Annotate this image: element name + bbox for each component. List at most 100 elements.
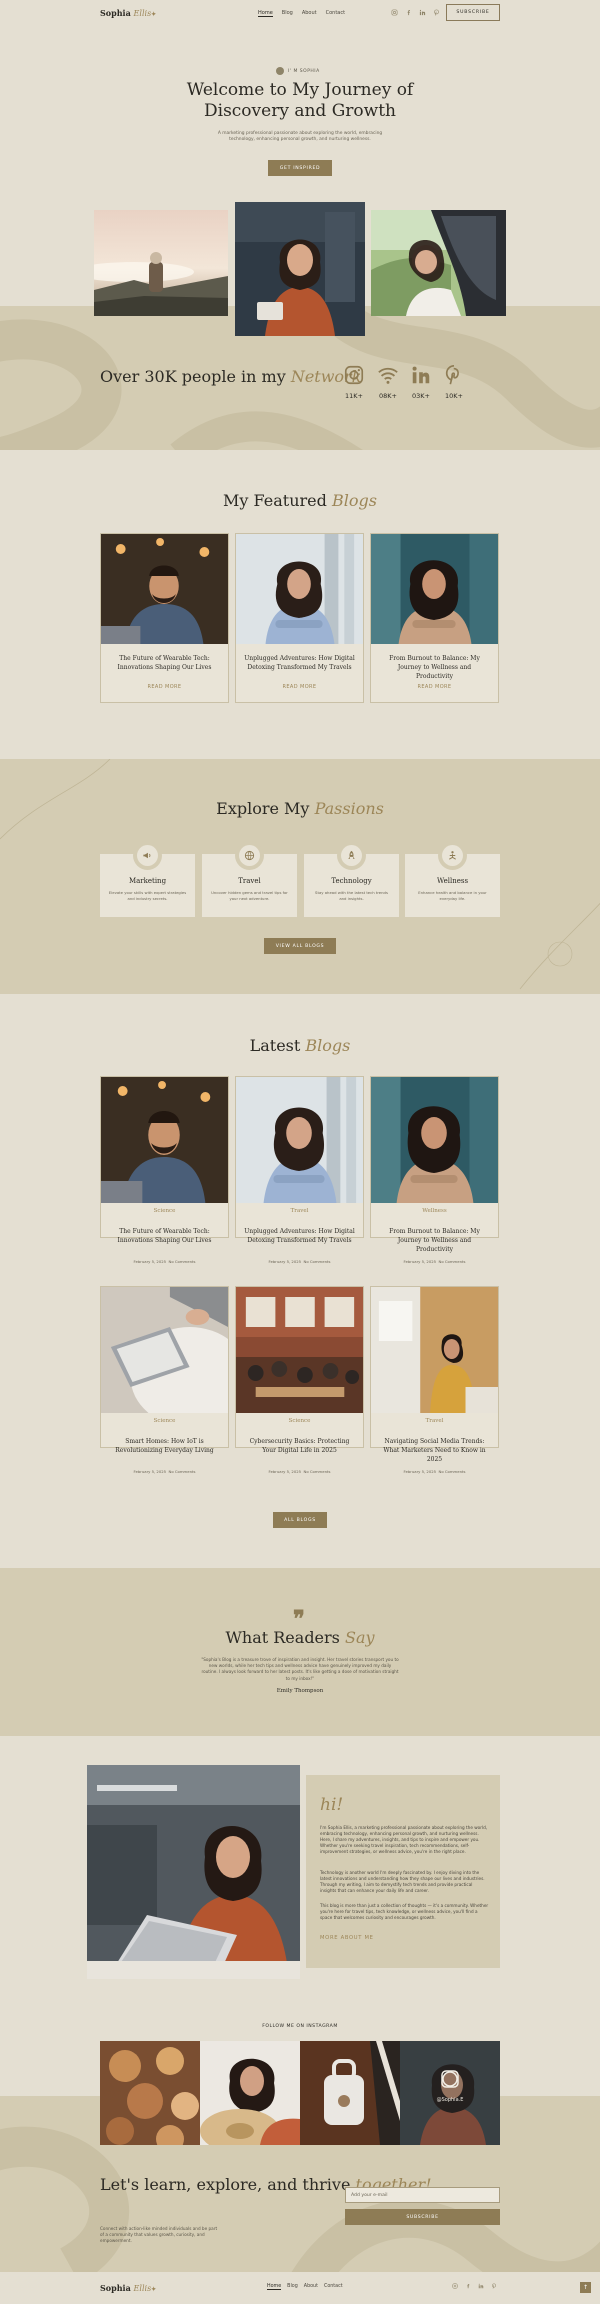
post-comments[interactable]: No Comments bbox=[169, 1469, 196, 1474]
post-title[interactable]: The Future of Wearable Tech: Innovations… bbox=[109, 654, 220, 672]
post-title[interactable]: Smart Homes: How IoT is Revolutionizing … bbox=[109, 1437, 220, 1455]
post-category[interactable]: Science bbox=[101, 1208, 228, 1214]
testimonial-heading-accent: Say bbox=[344, 1628, 375, 1647]
logo-first-name: Sophia bbox=[100, 2283, 131, 2293]
footer-nav-home[interactable]: Home bbox=[267, 2284, 282, 2290]
email-input[interactable]: Add your e-mail bbox=[345, 2187, 500, 2203]
passions-band bbox=[0, 759, 600, 994]
all-blogs-button[interactable]: ALL BLOGS bbox=[273, 1512, 327, 1528]
network-heading: Over 30K people in my Network bbox=[100, 366, 361, 388]
latest-heading-lead: Latest bbox=[249, 1036, 301, 1055]
post-image bbox=[236, 1077, 363, 1203]
nav-contact[interactable]: Contact bbox=[326, 10, 345, 17]
linkedin-icon[interactable] bbox=[478, 2283, 484, 2289]
post-meta: February 5, 2025 No Comments bbox=[236, 1469, 363, 1474]
linkedin-icon[interactable] bbox=[419, 9, 426, 16]
read-more-link[interactable]: READ MORE bbox=[371, 684, 498, 690]
post-date: February 5, 2025 bbox=[403, 1259, 437, 1264]
passion-card-travel[interactable]: Travel Uncover hidden gems and travel ti… bbox=[202, 841, 297, 917]
post-date: February 5, 2025 bbox=[268, 1469, 302, 1474]
passion-name: Technology bbox=[331, 877, 372, 885]
view-all-blogs-button[interactable]: VIEW ALL BLOGS bbox=[264, 938, 336, 954]
featured-post-card[interactable]: Unplugged Adventures: How Digital Detoxi… bbox=[235, 533, 364, 703]
post-comments[interactable]: No Comments bbox=[169, 1259, 196, 1264]
avatar bbox=[276, 67, 284, 75]
latest-post-card[interactable]: Travel Unplugged Adventures: How Digital… bbox=[235, 1076, 364, 1264]
instagram-photo[interactable] bbox=[300, 2041, 400, 2145]
footer-logo[interactable]: Sophia Ellis✦ bbox=[100, 2283, 156, 2293]
nav-blog[interactable]: Blog bbox=[282, 10, 293, 17]
back-to-top-button[interactable]: ↑ bbox=[580, 2282, 591, 2293]
post-date: February 5, 2025 bbox=[133, 1469, 167, 1474]
hero-title: Welcome to My Journey of Discovery and G… bbox=[186, 80, 414, 121]
latest-post-card[interactable]: Wellness From Burnout to Balance: My Jou… bbox=[370, 1076, 499, 1264]
more-about-me-link[interactable]: MORE ABOUT ME bbox=[320, 1935, 374, 1941]
site-logo[interactable]: Sophia Ellis✦ bbox=[100, 8, 156, 18]
latest-post-card[interactable]: Travel Navigating Social Media Trends: W… bbox=[370, 1286, 499, 1474]
passion-name: Marketing bbox=[128, 877, 167, 885]
instagram-icon bbox=[344, 365, 364, 385]
nav-about[interactable]: About bbox=[302, 10, 317, 17]
newsletter-subtitle: Connect with action-like minded individu… bbox=[100, 2226, 218, 2243]
instagram-photo[interactable]: @Sophia.E bbox=[400, 2041, 500, 2145]
instagram-photo[interactable] bbox=[200, 2041, 300, 2145]
newsletter-subscribe-button[interactable]: SUBSCRIBE bbox=[345, 2209, 500, 2225]
post-title[interactable]: Unplugged Adventures: How Digital Detoxi… bbox=[244, 1227, 355, 1245]
instagram-icon[interactable] bbox=[452, 2283, 458, 2289]
latest-post-card[interactable]: Science Cybersecurity Basics: Protecting… bbox=[235, 1286, 364, 1474]
post-comments[interactable]: No Comments bbox=[304, 1259, 331, 1264]
post-image bbox=[371, 1287, 498, 1413]
post-title[interactable]: Cybersecurity Basics: Protecting Your Di… bbox=[244, 1437, 355, 1455]
featured-post-card[interactable]: The Future of Wearable Tech: Innovations… bbox=[100, 533, 229, 703]
post-comments[interactable]: No Comments bbox=[304, 1469, 331, 1474]
footer-nav-about[interactable]: About bbox=[304, 2284, 318, 2290]
post-comments[interactable]: No Comments bbox=[439, 1259, 466, 1264]
post-category[interactable]: Travel bbox=[236, 1208, 363, 1214]
post-date: February 5, 2025 bbox=[133, 1259, 167, 1264]
passion-description: Uncover hidden gems and travel tips for … bbox=[211, 890, 288, 901]
footer-nav: Home Blog About Contact bbox=[267, 2284, 343, 2290]
post-category[interactable]: Wellness bbox=[371, 1208, 498, 1214]
footer-nav-contact[interactable]: Contact bbox=[324, 2284, 343, 2290]
post-image bbox=[371, 534, 498, 644]
post-image bbox=[101, 534, 228, 644]
featured-post-card[interactable]: From Burnout to Balance: My Journey to W… bbox=[370, 533, 499, 703]
post-title[interactable]: From Burnout to Balance: My Journey to W… bbox=[379, 1227, 490, 1254]
footer-nav-blog[interactable]: Blog bbox=[287, 2284, 298, 2290]
hero-photo-portrait bbox=[235, 202, 365, 336]
latest-post-card[interactable]: Science Smart Homes: How IoT is Revoluti… bbox=[100, 1286, 229, 1474]
passion-card-marketing[interactable]: Marketing Elevate your skills with exper… bbox=[100, 841, 195, 917]
read-more-link[interactable]: READ MORE bbox=[236, 684, 363, 690]
stat-pinterest[interactable]: 10K+ bbox=[434, 364, 474, 400]
post-title[interactable]: Unplugged Adventures: How Digital Detoxi… bbox=[244, 654, 355, 672]
get-inspired-button[interactable]: GET INSPIRED bbox=[268, 160, 332, 176]
read-more-link[interactable]: READ MORE bbox=[101, 684, 228, 690]
passion-card-wellness[interactable]: Wellness Enhance health and balance in y… bbox=[405, 841, 500, 917]
post-title[interactable]: From Burnout to Balance: My Journey to W… bbox=[379, 654, 490, 681]
post-comments[interactable]: No Comments bbox=[439, 1469, 466, 1474]
post-category[interactable]: Science bbox=[101, 1418, 228, 1424]
nav-home[interactable]: Home bbox=[258, 10, 273, 17]
post-category[interactable]: Travel bbox=[371, 1418, 498, 1424]
post-title[interactable]: Navigating Social Media Trends: What Mar… bbox=[379, 1437, 490, 1464]
subscribe-button[interactable]: SUBSCRIBE bbox=[446, 4, 500, 21]
pinterest-icon[interactable] bbox=[491, 2283, 497, 2289]
latest-post-card[interactable]: Science The Future of Wearable Tech: Inn… bbox=[100, 1076, 229, 1264]
footer-social bbox=[452, 2283, 497, 2289]
post-category[interactable]: Science bbox=[236, 1418, 363, 1424]
instagram-photo[interactable] bbox=[100, 2041, 200, 2145]
passions-heading-lead: Explore My bbox=[216, 799, 310, 818]
post-title[interactable]: The Future of Wearable Tech: Innovations… bbox=[109, 1227, 220, 1245]
yoga-icon bbox=[449, 851, 456, 860]
pinterest-icon[interactable] bbox=[433, 9, 440, 16]
facebook-icon[interactable] bbox=[465, 2283, 471, 2289]
stat-value: 10K+ bbox=[445, 392, 463, 400]
post-image bbox=[101, 1077, 228, 1203]
site-footer: Sophia Ellis✦ Home Blog About Contact ↑ bbox=[0, 2272, 600, 2304]
passions-heading-accent: Passions bbox=[314, 799, 384, 818]
passion-name: Wellness bbox=[436, 877, 469, 885]
instagram-icon[interactable] bbox=[391, 9, 398, 16]
passion-card-technology[interactable]: Technology Stay ahead with the latest te… bbox=[304, 841, 399, 917]
testimonial-heading: What Readers Say bbox=[0, 1628, 600, 1647]
facebook-icon[interactable] bbox=[405, 9, 412, 16]
